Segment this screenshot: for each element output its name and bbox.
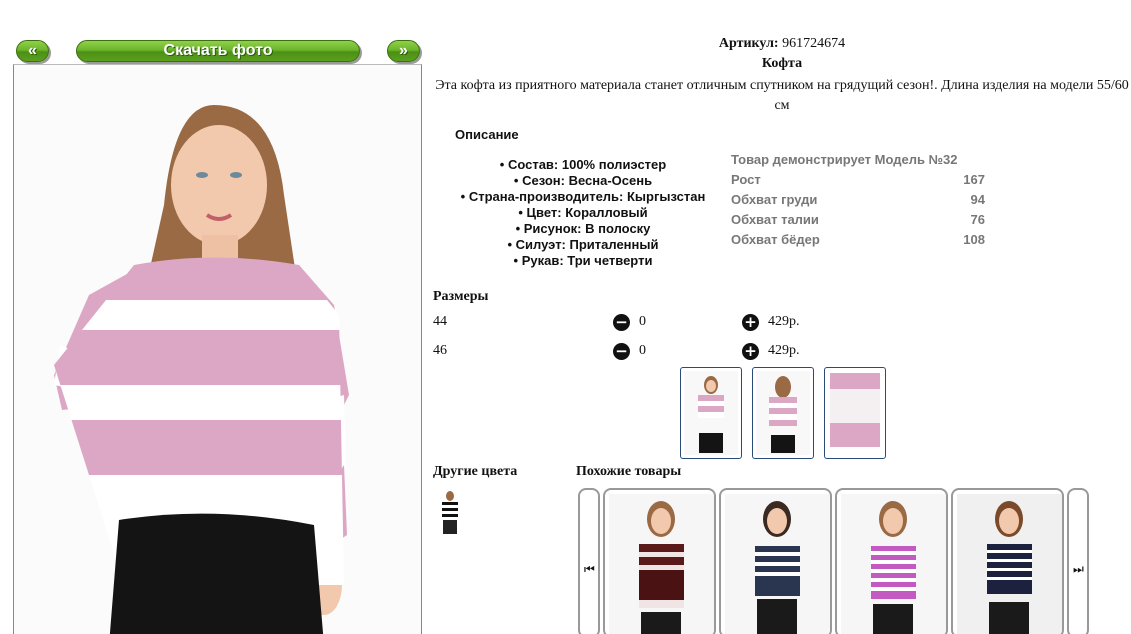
similar-product-card[interactable]	[603, 488, 716, 634]
product-name: Кофта	[761, 56, 803, 71]
measurement-row: Обхват талии 76	[731, 210, 985, 230]
property-item: Рукав: Три четверти	[433, 253, 733, 269]
sku-line: Артикул: 961724674	[433, 36, 1131, 52]
quantity-value: 0	[639, 343, 646, 358]
next-photo-button[interactable]: »	[387, 40, 420, 62]
property-item: Рисунок: В полоску	[433, 221, 733, 237]
model-measurements: Товар демонстрирует Модель №32 Рост 167 …	[731, 150, 985, 250]
photo-thumbnail[interactable]	[752, 367, 814, 459]
carousel-next-button[interactable]: ⏭	[1067, 488, 1089, 634]
similar-product-card[interactable]	[951, 488, 1064, 634]
model-title: Товар демонстрирует Модель №32	[731, 152, 958, 167]
plus-icon[interactable]: +	[742, 343, 759, 360]
product-description: Эта кофта из приятного материала станет …	[435, 78, 1129, 113]
minus-icon[interactable]: −	[613, 343, 630, 360]
skip-back-icon: ⏮	[584, 562, 595, 576]
similar-product-card[interactable]	[835, 488, 948, 634]
measurement-value: 108	[963, 232, 985, 247]
description-title: Описание	[455, 127, 519, 142]
property-item: Сезон: Весна-Осень	[433, 173, 733, 189]
property-item: Силуэт: Приталенный	[433, 237, 733, 253]
measurement-label: Обхват бёдер	[731, 232, 820, 247]
measurement-label: Обхват талии	[731, 212, 819, 227]
measurement-row: Обхват бёдер 108	[731, 230, 985, 250]
size-row: 46 − 0 + 429р.	[433, 340, 833, 362]
measurement-row: Рост 167	[731, 170, 985, 190]
similar-product-card[interactable]	[719, 488, 832, 634]
size-row: 44 − 0 + 429р.	[433, 311, 833, 333]
photo-thumbnail[interactable]	[824, 367, 886, 459]
measurement-value: 94	[970, 192, 985, 207]
quantity-value: 0	[639, 314, 646, 329]
measurement-value: 76	[970, 212, 985, 227]
size-label: 44	[433, 314, 447, 329]
price-value: 429р.	[768, 314, 800, 329]
property-list: Состав: 100% полиэстер Сезон: Весна-Осен…	[433, 157, 733, 269]
measurement-value: 167	[963, 172, 985, 187]
previous-photo-button[interactable]: «	[16, 40, 49, 62]
sku-value: 961724674	[782, 36, 846, 51]
measurement-label: Рост	[731, 172, 761, 187]
property-item: Состав: 100% полиэстер	[433, 157, 733, 173]
other-color-thumbnail[interactable]	[437, 490, 463, 535]
photo-thumbnail[interactable]	[680, 367, 742, 459]
minus-icon[interactable]: −	[613, 314, 630, 331]
similar-products-title: Похожие товары	[576, 464, 682, 479]
plus-icon[interactable]: +	[742, 314, 759, 331]
model-photo-image	[54, 105, 349, 634]
sizes-title: Размеры	[433, 289, 489, 304]
other-colors-title: Другие цвета	[433, 464, 518, 479]
price-value: 429р.	[768, 343, 800, 358]
download-photo-button[interactable]: Скачать фото	[76, 40, 360, 62]
measurement-label: Обхват груди	[731, 192, 818, 207]
main-product-photo[interactable]	[13, 64, 422, 634]
carousel-prev-button[interactable]: ⏮	[578, 488, 600, 634]
skip-forward-icon: ⏭	[1073, 562, 1084, 576]
size-label: 46	[433, 343, 447, 358]
property-item: Цвет: Коралловый	[433, 205, 733, 221]
measurement-row: Обхват груди 94	[731, 190, 985, 210]
sku-label: Артикул:	[718, 36, 779, 51]
property-item: Страна-производитель: Кыргызстан	[433, 189, 733, 205]
